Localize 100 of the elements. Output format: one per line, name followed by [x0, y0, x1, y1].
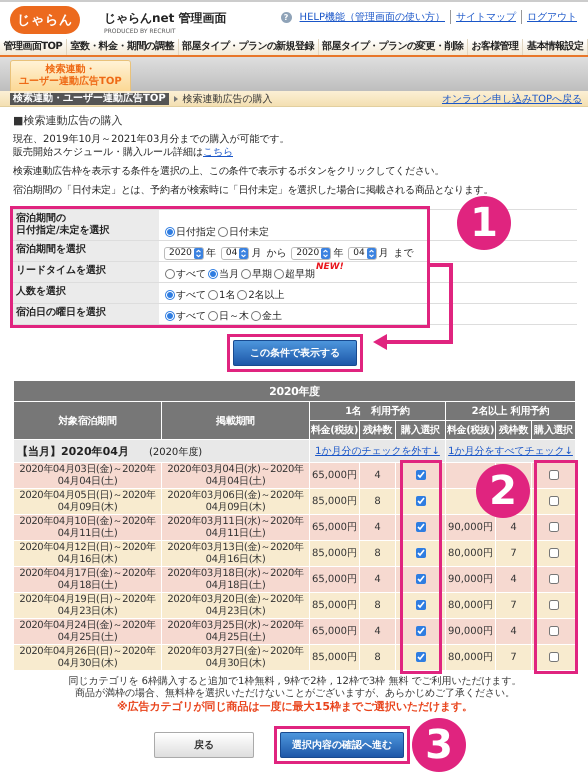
radio-button[interactable]	[165, 290, 175, 300]
unit-label: から	[266, 247, 286, 260]
radio-button[interactable]	[165, 269, 175, 279]
table-cell: 2020年03月11日(水)～2020年04月11日(土)	[162, 514, 310, 540]
checkbox[interactable]	[548, 574, 559, 584]
table-cell: 4	[360, 462, 396, 488]
column-header: 残枠数	[360, 420, 396, 440]
section-heading: ■検索連動広告の購入	[13, 114, 124, 128]
table-cell: 4	[496, 566, 532, 592]
option-label: 日～木	[219, 310, 249, 323]
table-cell: 4	[360, 618, 396, 644]
table-cell: 65,000円	[310, 462, 360, 488]
table-cell: 80,000円	[446, 540, 496, 566]
checkbox[interactable]	[416, 470, 426, 480]
header-link[interactable]: HELP機能（管理画面の使い方）	[294, 10, 450, 24]
checkbox[interactable]	[548, 652, 559, 662]
checkbox[interactable]	[548, 548, 559, 558]
nav-item[interactable]: 部屋タイプ・プランの新規登録	[178, 39, 318, 55]
radio-button[interactable]	[241, 269, 251, 279]
table-cell: 2020年03月20日(金)～2020年04月23日(木)	[162, 592, 310, 618]
checkbox[interactable]	[416, 548, 426, 558]
table-cell: 4	[360, 514, 396, 540]
checkbox[interactable]	[548, 522, 559, 532]
option-label: 日付指定	[176, 226, 216, 239]
instruction-text: 検索連動広告枠を表示する条件を選択の上、この条件で表示するボタンをクリックしてください。	[13, 165, 446, 178]
table-cell: 2020年04月03日(金)～2020年04月04日(土)	[14, 462, 162, 488]
column-header: 料金(税抜)	[446, 420, 496, 440]
checkbox[interactable]	[416, 600, 426, 610]
nav-item[interactable]: 室数・料金・期間の調整	[66, 39, 179, 55]
radio-button[interactable]	[165, 227, 175, 237]
table-cell: 2020年04月19日(日)～2020年04月23日(木)	[14, 592, 162, 618]
back-link[interactable]: オンライン申し込みTOPへ戻る	[442, 92, 582, 106]
table-cell: 90,000円	[446, 566, 496, 592]
select-field[interactable]: 2020	[164, 246, 204, 260]
column-header: 購入選択	[532, 420, 576, 440]
radio-button[interactable]	[251, 311, 261, 321]
table-cell: 8	[360, 488, 396, 514]
column-header: 対象宿泊期間	[14, 402, 162, 440]
help-icon: ?	[280, 12, 292, 22]
unit-label: 月	[251, 247, 262, 260]
select-field[interactable]: 2020	[291, 246, 332, 260]
nav-item[interactable]: 管理画面TOP	[0, 39, 67, 55]
nav-item[interactable]: 部屋タイプ・プランの変更・削除	[318, 39, 468, 55]
column-group-header: 1名 利用予約	[310, 402, 446, 420]
caret-icon	[174, 96, 178, 102]
filter-label: 宿泊期間の 日付指定/未定を選択	[13, 210, 159, 240]
checkbox[interactable]	[548, 626, 559, 636]
table-cell: 85,000円	[310, 488, 360, 514]
rules-link[interactable]: こちら	[203, 147, 233, 158]
table-cell: 80,000円	[446, 644, 496, 670]
checkbox[interactable]	[548, 496, 559, 506]
note-text: 同じカテゴリを 6枠購入すると追加で1枠無料 , 9枠で2枠 , 12枠で3枠 無料 でご利用いただけます。	[67, 676, 523, 688]
table-cell: 65,000円	[310, 618, 360, 644]
unit-label: 年	[206, 247, 216, 260]
radio-button[interactable]	[218, 227, 228, 237]
table-cell: 4	[496, 514, 532, 540]
select-field[interactable]: 04	[348, 246, 377, 260]
breadcrumb-link[interactable]: 検索連動・ユーザー連動広告TOP	[10, 92, 169, 104]
table-cell: 85,000円	[310, 592, 360, 618]
show-button[interactable]: この条件で表示する	[233, 340, 357, 366]
table-cell: 2020年03月18日(水)～2020年04月18日(土)	[162, 566, 310, 592]
table-cell: 2020年04月26日(日)～2020年04月30日(木)	[14, 644, 162, 670]
unit-label: 月	[378, 247, 389, 260]
table-cell: 85,000円	[310, 540, 360, 566]
filter-label: 人数を選択	[13, 282, 159, 304]
checkbox[interactable]	[548, 600, 559, 610]
table-cell: 65,000円	[310, 566, 360, 592]
table-cell: 85,000円	[310, 644, 360, 670]
header-link[interactable]: ログアウト	[521, 10, 582, 24]
nav-item[interactable]: 基本情報設定	[523, 39, 588, 55]
checkbox[interactable]	[416, 626, 426, 636]
column-header: 料金(税抜)	[310, 420, 360, 440]
option-label: 日付未定	[229, 226, 269, 239]
table-cell: 2020年04月24日(金)～2020年04月25日(土)	[14, 618, 162, 644]
back-button[interactable]: 戻る	[154, 732, 254, 758]
column-header: 残枠数	[496, 420, 532, 440]
radio-button[interactable]	[208, 269, 218, 279]
table-cell: 2020年04月17日(金)～2020年04月18日(土)	[14, 566, 162, 592]
checkbox[interactable]	[416, 574, 426, 584]
radio-button[interactable]	[208, 290, 218, 300]
option-label: すべて	[176, 289, 206, 302]
nav-item[interactable]: お客様管理	[468, 39, 524, 55]
instruction-text: 宿泊期間の「日付未定」とは、予約者が検索時に「日付未定」を選択した場合に掲載される商品となります。	[13, 184, 494, 197]
radio-button[interactable]	[237, 290, 248, 300]
filter-label: 宿泊期間を選択	[13, 240, 159, 262]
checkbox[interactable]	[416, 652, 426, 662]
checkbox[interactable]	[416, 522, 426, 532]
confirm-button[interactable]: 選択内容の確認へ進む	[280, 732, 404, 758]
step-marker: 1	[457, 196, 511, 250]
select-field[interactable]: 04	[220, 246, 250, 260]
table-cell: 80,000円	[446, 592, 496, 618]
table-cell: 90,000円	[446, 514, 496, 540]
radio-button[interactable]	[165, 311, 175, 321]
table-cell: 90,000円	[446, 618, 496, 644]
header-link[interactable]: サイトマップ	[450, 10, 521, 24]
radio-button[interactable]	[274, 269, 284, 279]
radio-button[interactable]	[208, 311, 218, 321]
table-cell: 7	[496, 540, 532, 566]
checkbox[interactable]	[548, 470, 559, 480]
checkbox[interactable]	[416, 496, 426, 506]
